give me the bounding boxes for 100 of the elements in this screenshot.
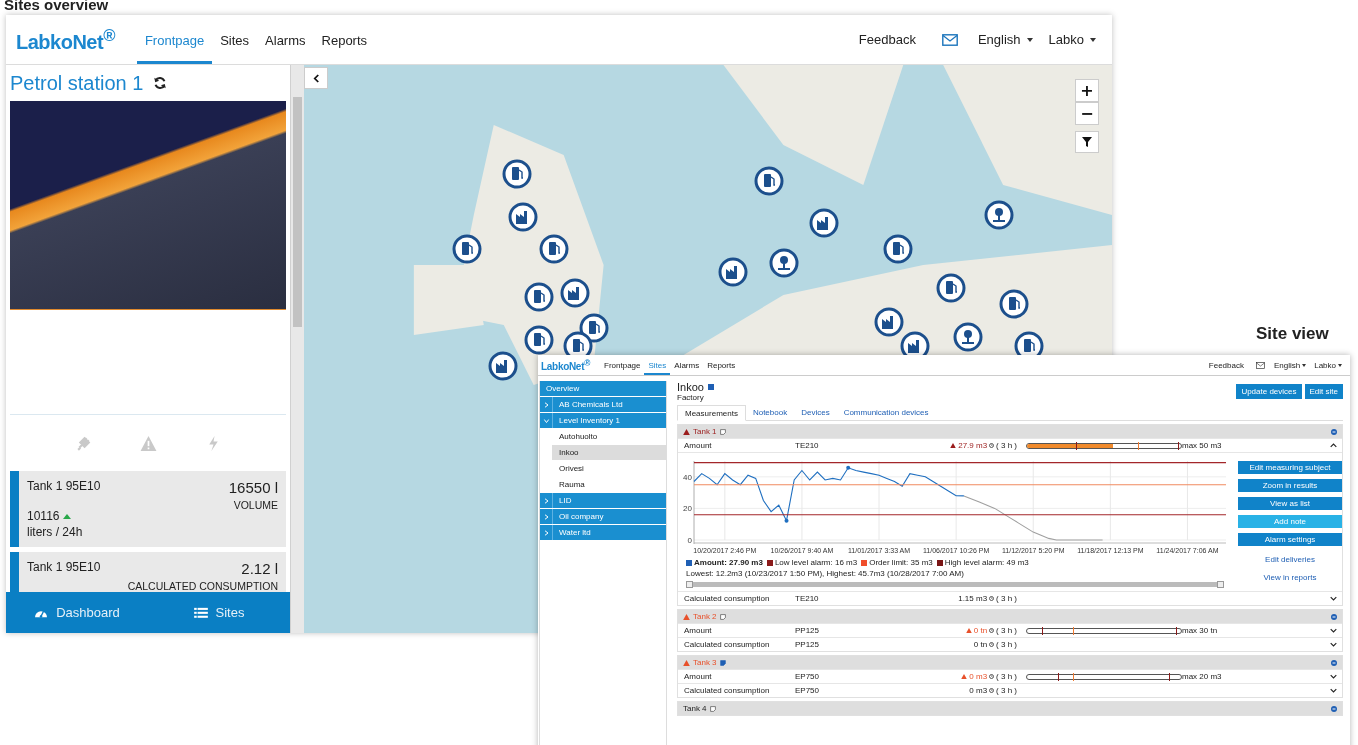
warning-icon: [965, 628, 972, 633]
note-icon[interactable]: [719, 613, 726, 620]
sidebar-item[interactable]: Inkoo: [552, 445, 666, 460]
chevron-icon[interactable]: [1330, 628, 1337, 633]
user-menu[interactable]: Labko: [1314, 360, 1336, 370]
tab[interactable]: Notebook: [745, 405, 795, 420]
device-code: TE210: [795, 441, 820, 450]
collapse-icon[interactable]: [1331, 428, 1337, 435]
pump-marker-icon[interactable]: [936, 273, 966, 303]
sidebar-item[interactable]: Overview: [540, 381, 666, 396]
nav-tab[interactable]: Frontpage: [136, 15, 213, 64]
pump-marker-icon[interactable]: [754, 166, 784, 196]
pump-marker-icon[interactable]: [539, 234, 569, 264]
sidebar-item[interactable]: Autohuolto: [540, 429, 666, 444]
zoom-out-button[interactable]: −: [1075, 102, 1099, 125]
tank-header[interactable]: Tank 1: [678, 425, 1342, 438]
axis-label: 0: [687, 536, 692, 545]
chevron-icon: [543, 418, 549, 423]
logo[interactable]: LabkoNet$^{®}$: [541, 357, 590, 373]
action-link[interactable]: Edit deliveries: [1238, 555, 1342, 564]
action-link[interactable]: View in reports: [1238, 573, 1342, 582]
chevron-icon[interactable]: [1330, 688, 1337, 693]
nav-tab[interactable]: Frontpage: [600, 355, 645, 375]
user-menu[interactable]: Labko: [1048, 32, 1084, 47]
action-button[interactable]: Edit measuring subject: [1238, 461, 1342, 474]
factory-marker-icon[interactable]: [508, 202, 538, 232]
pump-marker-icon[interactable]: [524, 325, 554, 355]
pin-marker-icon[interactable]: [953, 322, 983, 352]
chevron-icon[interactable]: [1330, 642, 1337, 647]
tank-card[interactable]: Tank 1 95E10 10116 liters / 24h 16550 l VOLUME: [10, 471, 286, 547]
feedback-link[interactable]: Feedback: [858, 32, 916, 47]
tab[interactable]: Communication devices: [836, 405, 936, 420]
collapse-icon[interactable]: [1331, 705, 1337, 712]
factory-marker-icon[interactable]: [488, 351, 518, 381]
action-button[interactable]: Update devices: [1236, 384, 1302, 399]
chevron-icon: [543, 497, 549, 504]
sidebar-item[interactable]: Rauma: [540, 477, 666, 492]
action-button[interactable]: Edit site: [1304, 384, 1343, 399]
bottom-nav-item[interactable]: Dashboard: [6, 592, 148, 633]
reading-age: ( 3 h ): [996, 594, 1017, 603]
nav-tab[interactable]: Alarms: [257, 15, 314, 64]
chevron-icon[interactable]: [1330, 443, 1337, 448]
nav-tab[interactable]: Sites: [212, 15, 258, 64]
filter-button[interactable]: [1075, 131, 1099, 153]
sidebar-group[interactable]: Level Inventory 1: [540, 413, 666, 428]
tank-name: Tank 1 95E10: [27, 479, 101, 493]
clock-icon: [989, 674, 995, 679]
tank-name: Tank 3: [693, 658, 717, 667]
factory-marker-icon[interactable]: [560, 278, 590, 308]
tab[interactable]: Measurements: [677, 405, 746, 421]
nav-tab[interactable]: Reports: [703, 355, 740, 375]
scrollbar[interactable]: [290, 65, 304, 633]
sidebar-group[interactable]: AB Chemicals Ltd: [540, 397, 666, 412]
action-button[interactable]: View as list: [1238, 497, 1342, 510]
factory-marker-icon[interactable]: [874, 307, 904, 337]
tab[interactable]: Devices: [794, 405, 837, 420]
logo[interactable]: LabkoNet$^{®}$: [16, 25, 115, 54]
legend-label: High level alarm: 49 m3: [944, 558, 1029, 567]
language-menu[interactable]: English: [1273, 360, 1301, 370]
refresh-icon[interactable]: [153, 76, 168, 90]
reading-age: ( 3 h ): [996, 640, 1017, 649]
collapse-panel-button[interactable]: [304, 67, 328, 89]
language-menu[interactable]: English: [977, 32, 1021, 47]
bottom-nav-item[interactable]: Sites: [148, 592, 290, 633]
action-button[interactable]: Zoom in results: [1238, 479, 1342, 492]
site-title: Inkoo: [677, 381, 704, 393]
pump-marker-icon[interactable]: [883, 234, 913, 264]
pump-marker-icon[interactable]: [502, 159, 532, 189]
range-slider[interactable]: [686, 582, 1224, 587]
factory-marker-icon[interactable]: [718, 257, 748, 287]
pump-marker-icon[interactable]: [452, 234, 482, 264]
mail-icon[interactable]: [941, 33, 958, 46]
pump-marker-icon[interactable]: [524, 282, 554, 312]
tank-card[interactable]: Tank 1 95E10 2.12 l CALCULATED CONSUMPTION: [10, 552, 286, 592]
note-icon[interactable]: [719, 428, 726, 435]
measurement-label: Amount: [684, 672, 713, 681]
pump-marker-icon[interactable]: [999, 289, 1029, 319]
note-icon[interactable]: [709, 705, 716, 712]
nav-tab[interactable]: Sites: [644, 355, 671, 375]
note-icon[interactable]: [719, 659, 726, 666]
mail-icon[interactable]: [1255, 361, 1265, 369]
tank-header[interactable]: Tank 4: [678, 702, 1342, 715]
collapse-icon[interactable]: [1331, 613, 1337, 620]
collapse-icon[interactable]: [1331, 659, 1337, 666]
nav-tab[interactable]: Alarms: [670, 355, 704, 375]
chevron-icon[interactable]: [1330, 674, 1337, 679]
pin-marker-icon[interactable]: [769, 248, 799, 278]
reading-value: 0 m3: [969, 686, 988, 695]
pin-marker-icon[interactable]: [984, 200, 1014, 230]
zoom-in-button[interactable]: +: [1075, 79, 1099, 102]
note-icon[interactable]: [707, 384, 714, 390]
factory-marker-icon[interactable]: [809, 208, 839, 238]
chevron-icon[interactable]: [1330, 596, 1337, 601]
action-button[interactable]: Alarm settings: [1238, 533, 1342, 546]
sidebar-group[interactable]: Water ltd: [540, 525, 666, 540]
sidebar-item[interactable]: Orivesi: [540, 461, 666, 476]
sidebar-group[interactable]: LID: [540, 493, 666, 508]
sidebar-group[interactable]: Oil company: [540, 509, 666, 524]
nav-tab[interactable]: Reports: [313, 15, 376, 64]
feedback-link[interactable]: Feedback: [1208, 360, 1244, 370]
